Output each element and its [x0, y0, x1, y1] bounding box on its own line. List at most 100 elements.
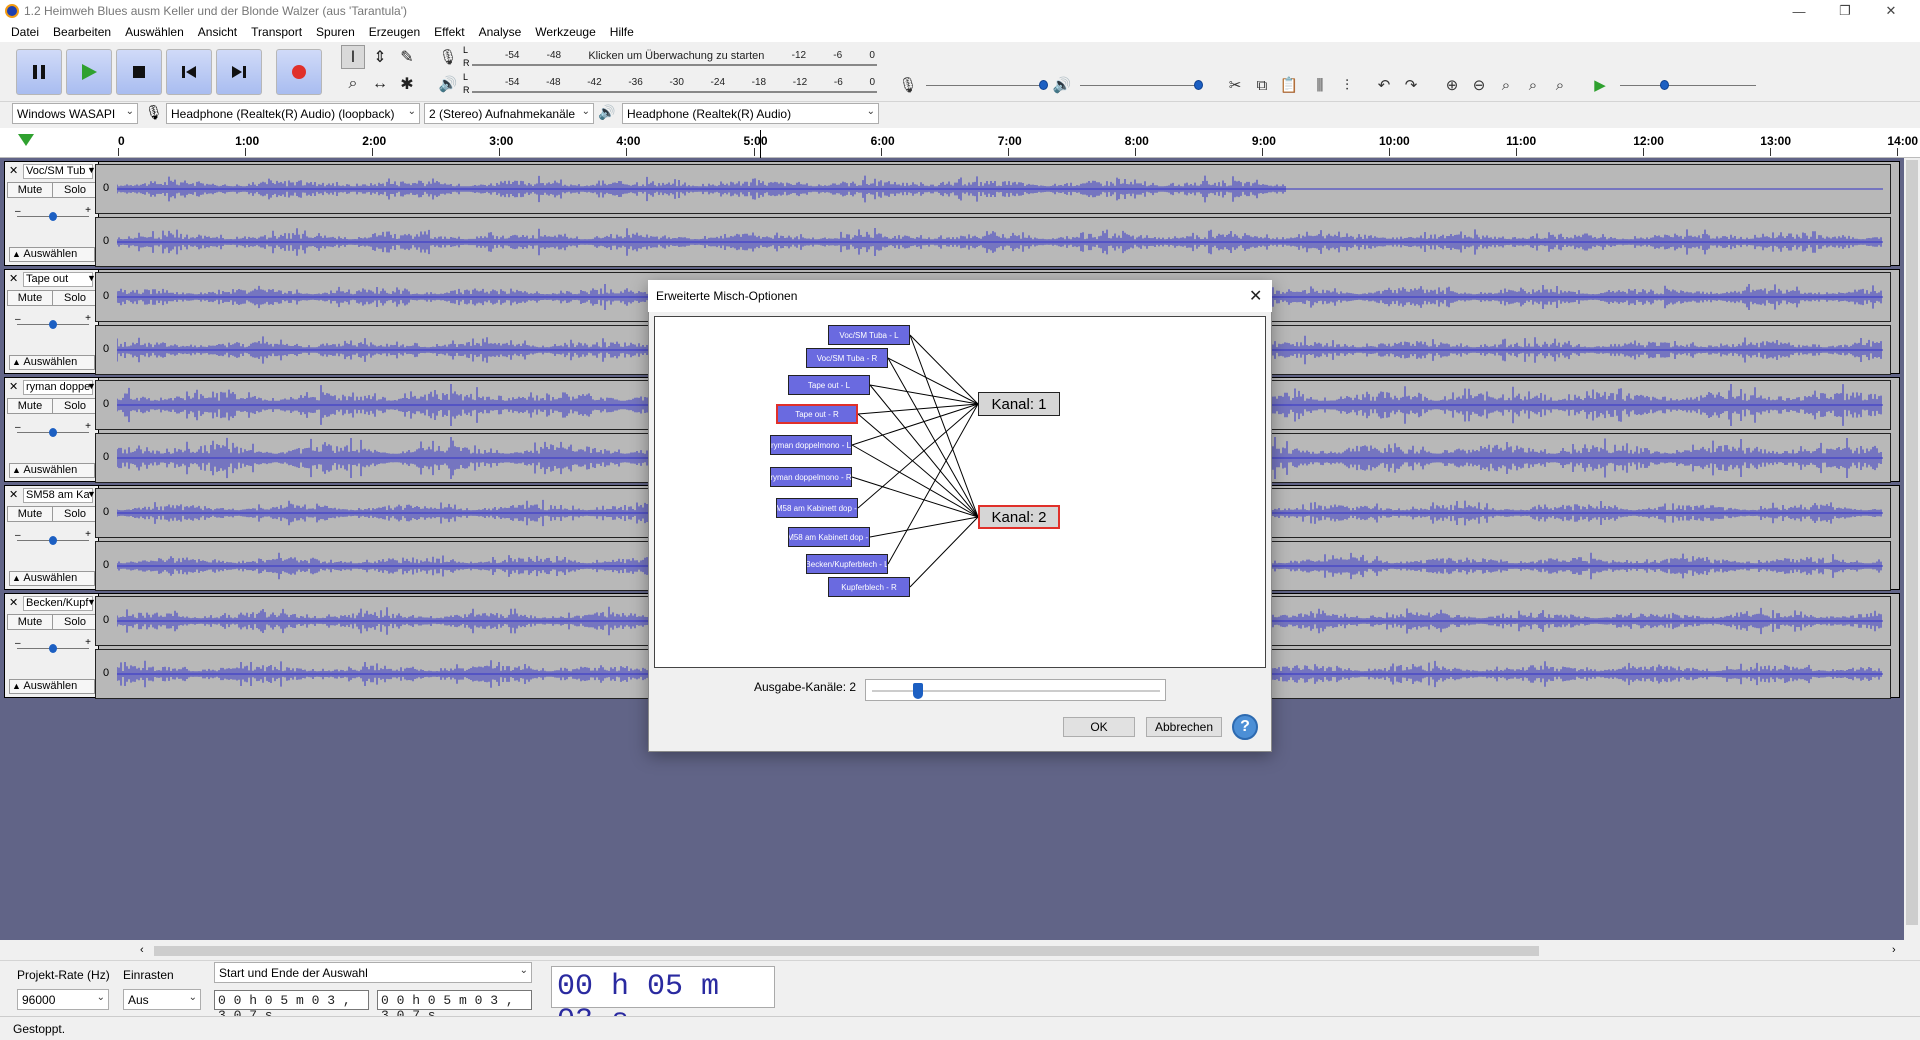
mute-button[interactable]: Mute — [7, 398, 53, 414]
play-meter-button[interactable]: 🔊 — [436, 72, 460, 96]
scroll-right-icon[interactable]: › — [1892, 944, 1896, 956]
undo-button[interactable]: ↶ — [1372, 73, 1396, 97]
fit-project-button[interactable]: ⌕ — [1521, 73, 1545, 97]
stop-button[interactable] — [116, 49, 162, 95]
select-track-button[interactable]: ▲ Auswählen — [9, 571, 95, 586]
record-meter-bar[interactable] — [472, 64, 877, 66]
vertical-scroll-thumb[interactable] — [1906, 160, 1918, 925]
mix-output-channel[interactable]: Kanal: 2 — [978, 505, 1060, 529]
menu-effekt[interactable]: Effekt — [427, 22, 471, 42]
timeline-ruler[interactable] — [0, 128, 1920, 158]
copy-button[interactable]: ⧉ — [1250, 73, 1274, 97]
menu-spuren[interactable]: Spuren — [309, 22, 362, 42]
mix-source-channel[interactable]: Voc/SM Tuba - R — [806, 348, 888, 368]
record-volume-slider[interactable] — [926, 85, 1046, 86]
mix-source-channel[interactable]: Kupferblech - R — [828, 577, 910, 597]
track-name-menu[interactable]: SM58 am Ka — [23, 488, 93, 503]
playback-device-select[interactable]: Headphone (Realtek(R) Audio) ⌄ — [622, 103, 879, 124]
track-name-menu[interactable]: Becken/Kupf — [23, 596, 93, 611]
play-button[interactable] — [66, 49, 112, 95]
playback-volume-slider[interactable] — [1080, 85, 1200, 86]
menu-werkzeuge[interactable]: Werkzeuge — [528, 22, 602, 42]
gain-knob[interactable] — [49, 212, 57, 221]
selection-start-time[interactable]: 0 0 h 0 5 m 0 3 , 3 0 7 s — [214, 990, 369, 1023]
play-meter-bar[interactable] — [472, 91, 877, 93]
fit-selection-button[interactable]: ⌕ — [1494, 73, 1518, 97]
recording-channels-select[interactable]: 2 (Stereo) Aufnahmekanäle ⌄ — [424, 103, 594, 124]
snap-select[interactable]: Aus ⌄ — [123, 989, 201, 1010]
close-icon[interactable]: ✕ — [9, 164, 18, 177]
cancel-button[interactable]: Abbrechen — [1146, 717, 1222, 737]
zoom-in-button[interactable]: ⊕ — [1440, 73, 1464, 97]
project-rate-select[interactable]: 96000 ⌄ — [17, 989, 109, 1010]
track-name-menu[interactable]: ryman doppe — [23, 380, 93, 395]
slider-knob[interactable] — [913, 683, 923, 699]
menu-analyse[interactable]: Analyse — [472, 22, 529, 42]
mute-button[interactable]: Mute — [7, 614, 53, 630]
output-channels-slider[interactable] — [865, 679, 1166, 701]
mute-button[interactable]: Mute — [7, 182, 53, 198]
audio-host-select[interactable]: Windows WASAPI ⌄ — [12, 103, 138, 124]
close-icon[interactable]: ✕ — [9, 596, 18, 609]
menu-ansicht[interactable]: Ansicht — [191, 22, 244, 42]
close-icon[interactable]: ✕ — [9, 488, 18, 501]
play-speed-knob[interactable] — [1660, 80, 1669, 90]
solo-button[interactable]: Solo — [52, 506, 98, 522]
paste-button[interactable]: 📋 — [1277, 73, 1301, 97]
zoom-tool[interactable]: ⌕ — [341, 72, 365, 96]
selection-end-time[interactable]: 0 0 h 0 5 m 0 3 , 3 0 7 s — [377, 990, 532, 1023]
skip-end-button[interactable] — [216, 49, 262, 95]
audio-position-time[interactable]: 00 h 05 m 03 s — [551, 966, 775, 1038]
timeshift-tool[interactable]: ↔ — [368, 72, 392, 96]
minimize-button[interactable]: — — [1776, 0, 1822, 22]
track-control-panel[interactable]: ✕ Voc/SM Tub ▼ Mute Solo – + ▲ Auswählen — [5, 162, 99, 265]
help-icon[interactable]: ? — [1232, 714, 1258, 740]
mute-button[interactable]: Mute — [7, 506, 53, 522]
close-icon[interactable]: ✕ — [9, 272, 18, 285]
track-name-menu[interactable]: Voc/SM Tub — [23, 164, 93, 179]
mix-source-channel[interactable]: Tape out - R — [776, 404, 858, 424]
play-head-triangle-icon[interactable] — [18, 134, 34, 146]
track-name-menu[interactable]: Tape out — [23, 272, 93, 287]
mix-source-channel[interactable]: SM58 am Kabinett dop - L — [776, 498, 858, 518]
mix-source-channel[interactable]: ryman doppelmono - R — [770, 467, 852, 487]
record-meter-scale[interactable]: -54 -48 Klicken um Überwachung zu starte… — [505, 50, 875, 64]
solo-button[interactable]: Solo — [52, 614, 98, 630]
mix-source-channel[interactable]: ryman doppelmono - L — [770, 435, 852, 455]
redo-button[interactable]: ↷ — [1399, 73, 1423, 97]
gain-knob[interactable] — [49, 644, 57, 653]
gain-slider[interactable]: – + — [15, 529, 91, 548]
close-window-button[interactable]: ✕ — [1868, 0, 1914, 22]
maximize-button[interactable]: ❐ — [1822, 0, 1868, 22]
gain-knob[interactable] — [49, 320, 57, 329]
gain-slider[interactable]: – + — [15, 637, 91, 656]
select-track-button[interactable]: ▲ Auswählen — [9, 463, 95, 478]
menu-hilfe[interactable]: Hilfe — [603, 22, 641, 42]
solo-button[interactable]: Solo — [52, 182, 98, 198]
record-meter-button[interactable]: 🎙 — [436, 45, 460, 69]
recording-device-select[interactable]: Headphone (Realtek(R) Audio) (loopback) ⌄ — [166, 103, 420, 124]
select-track-button[interactable]: ▲ Auswählen — [9, 355, 95, 370]
menu-erzeugen[interactable]: Erzeugen — [362, 22, 427, 42]
draw-tool[interactable]: ✎ — [395, 45, 419, 69]
gain-slider[interactable]: – + — [15, 205, 91, 224]
envelope-tool[interactable]: ⇕ — [368, 45, 392, 69]
mute-button[interactable]: Mute — [7, 290, 53, 306]
scroll-left-icon[interactable]: ‹ — [140, 944, 144, 956]
gain-slider[interactable]: – + — [15, 421, 91, 440]
mix-source-channel[interactable]: Becken/Kupferblech - L — [806, 554, 888, 574]
pause-button[interactable] — [16, 49, 62, 95]
selection-tool[interactable]: Ⅰ — [341, 45, 365, 69]
silence-button[interactable]: ⫶ — [1335, 73, 1359, 97]
play-speed-slider[interactable] — [1620, 85, 1756, 86]
menu-bearbeiten[interactable]: Bearbeiten — [46, 22, 118, 42]
gain-knob[interactable] — [49, 536, 57, 545]
skip-start-button[interactable] — [166, 49, 212, 95]
selection-mode-select[interactable]: Start und Ende der Auswahl ⌄ — [214, 962, 532, 983]
ok-button[interactable]: OK — [1063, 717, 1135, 737]
menu-transport[interactable]: Transport — [244, 22, 309, 42]
mix-source-channel[interactable]: Voc/SM Tuba - L — [828, 325, 910, 345]
playback-volume-knob[interactable] — [1194, 80, 1203, 90]
mix-output-channel[interactable]: Kanal: 1 — [978, 392, 1060, 416]
gain-knob[interactable] — [49, 428, 57, 437]
